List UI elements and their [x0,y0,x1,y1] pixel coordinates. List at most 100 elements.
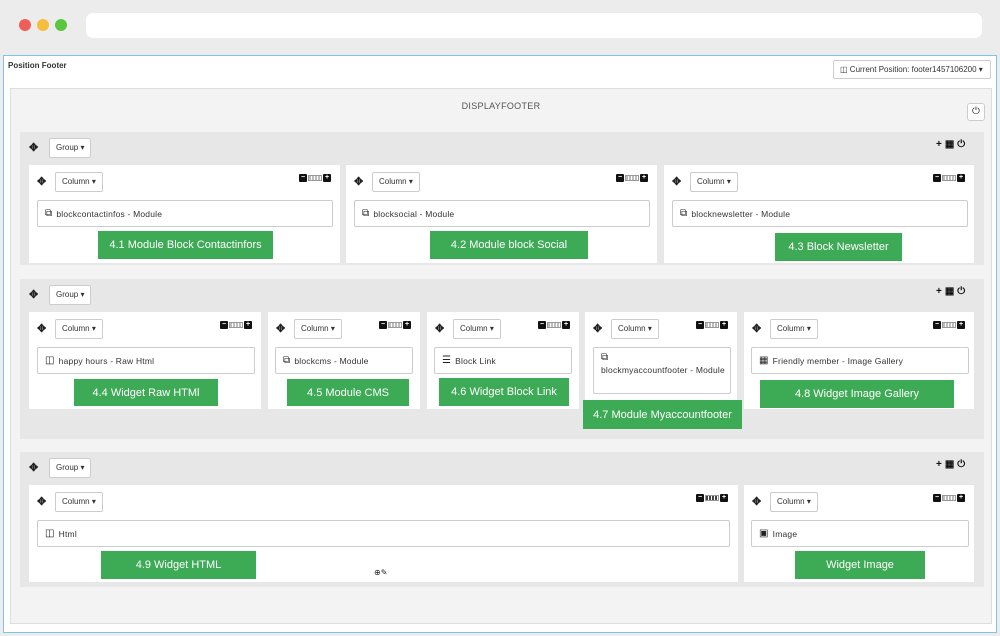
group-dropdown-label: Group [56,290,79,299]
plus-icon[interactable]: + [957,493,965,502]
move-icon[interactable]: ✥ [29,463,38,474]
column-dropdown[interactable]: Column ▾ [55,319,103,339]
width-bars-icon [942,494,956,501]
grid-icon[interactable]: ▦ [945,139,957,150]
move-icon[interactable]: ✥ [29,143,38,154]
group-dropdown[interactable]: Group ▾ [49,138,92,158]
maximize-window-dot[interactable] [55,19,67,31]
power-icon[interactable]: ⏻ [957,139,968,150]
group-dropdown-label: Group [56,143,79,152]
module-text: happy hours - Raw Html [58,355,155,366]
copy-icon: ⧉ [362,208,370,219]
move-icon[interactable]: ✥ [37,324,46,335]
minus-icon[interactable]: − [220,320,228,329]
column-dropdown[interactable]: Column ▾ [55,172,103,192]
module-item[interactable]: ◫ Html [37,520,730,547]
add-icon[interactable]: + [936,459,945,470]
power-icon[interactable]: ⏻ [957,459,968,470]
group-dropdown[interactable]: Group ▾ [49,458,92,478]
move-icon[interactable]: ✥ [29,290,38,301]
minus-icon[interactable]: − [933,173,941,182]
plus-icon[interactable]: + [562,320,570,329]
close-window-dot[interactable] [19,19,31,31]
plus-icon[interactable]: + [957,320,965,329]
group-dropdown-label: Group [56,463,79,472]
annotation-label: 4.3 Block Newsletter [775,233,902,261]
move-icon[interactable]: ✥ [752,324,761,335]
column-width-tools: − + [616,173,648,182]
copy-icon: ⧉ [680,208,688,219]
plus-icon[interactable]: + [323,173,331,182]
minus-icon[interactable]: − [616,173,624,182]
module-item[interactable]: ⧉ blocksocial - Module [354,200,650,227]
column-dropdown[interactable]: Column ▾ [453,319,501,339]
grid-icon[interactable]: ▦ [945,286,957,297]
minus-icon[interactable]: − [696,493,704,502]
module-text: blockcms - Module [294,355,369,366]
module-item[interactable]: ☰ Block Link [434,347,572,374]
hook-toggle-button[interactable]: ⏻ [967,103,985,121]
width-bars-icon [308,174,322,181]
move-icon[interactable]: ✥ [37,497,46,508]
module-item[interactable]: ◫ happy hours - Raw Html [37,347,255,374]
move-icon[interactable]: ✥ [276,324,285,335]
column-4-8: ✥ Column ▾ − + ▦ Friendly member - Image G… [744,312,974,409]
minus-icon[interactable]: − [933,320,941,329]
module-item[interactable]: ▦ Friendly member - Image Gallery [751,347,969,374]
address-bar[interactable] [86,13,982,38]
column-dropdown[interactable]: Column ▾ [770,319,818,339]
minimize-window-dot[interactable] [37,19,49,31]
column-width-tools: − + [933,493,965,502]
minus-icon[interactable]: − [538,320,546,329]
module-text: blockmyaccountfooter - Module [601,365,725,375]
minus-icon[interactable]: − [696,320,704,329]
minus-icon[interactable]: − [933,493,941,502]
module-text: Image [772,528,798,539]
plus-icon[interactable]: + [957,173,965,182]
add-icon[interactable]: + [936,286,945,297]
add-edit-icon[interactable]: ⊕✎ [374,568,387,577]
group-tools: +▦⏻ [936,139,968,150]
move-icon[interactable]: ✥ [672,177,681,188]
minus-icon[interactable]: − [299,173,307,182]
add-icon[interactable]: + [936,139,945,150]
caret-down-icon: ▾ [647,324,652,333]
move-icon[interactable]: ✥ [435,324,444,335]
column-4-7: ✥ Column ▾ − + ⧉ blockmyaccountfooter - Mo… [583,312,742,429]
module-item[interactable]: ⧉ blockcms - Module [275,347,413,374]
current-position-dropdown[interactable]: ◫ Current Position: footer1457106200 ▾ [833,60,991,79]
column-dropdown[interactable]: Column ▾ [611,319,659,339]
minus-icon[interactable]: − [379,320,387,329]
column-dropdown[interactable]: Column ▾ [372,172,420,192]
html5-icon: ◫ [45,528,55,539]
module-item[interactable]: ⧉ blockcontactinfos - Module [37,200,333,227]
column-dropdown[interactable]: Column ▾ [55,492,103,512]
column-dropdown[interactable]: Column ▾ [690,172,738,192]
move-icon[interactable]: ✥ [593,324,602,335]
column-4-3: ✥ Column ▾ − + ⧉ blocknewsletter - Module … [664,165,974,263]
column-width-tools: − + [696,493,728,502]
group-dropdown[interactable]: Group ▾ [49,285,92,305]
width-bars-icon [705,494,719,501]
plus-icon[interactable]: + [720,320,728,329]
module-item[interactable]: ▣ Image [751,520,969,547]
module-item[interactable]: ⧉ blockmyaccountfooter - Module [593,347,731,394]
plus-icon[interactable]: + [640,173,648,182]
caret-down-icon: ▾ [806,497,811,506]
plus-icon[interactable]: + [720,493,728,502]
module-item[interactable]: ⧉ blocknewsletter - Module [672,200,968,227]
grid-icon[interactable]: ▦ [945,459,957,470]
power-icon[interactable]: ⏻ [957,286,968,297]
move-icon[interactable]: ✥ [752,497,761,508]
plus-icon[interactable]: + [244,320,252,329]
move-icon[interactable]: ✥ [354,177,363,188]
group-tools: +▦⏻ [936,286,968,297]
plus-icon[interactable]: + [403,320,411,329]
width-bars-icon [942,321,956,328]
width-bars-icon [705,321,719,328]
column-dropdown[interactable]: Column ▾ [294,319,342,339]
column-dropdown[interactable]: Column ▾ [770,492,818,512]
move-icon[interactable]: ✥ [37,177,46,188]
annotation-label: 4.4 Widget Raw HTMl [74,379,218,406]
current-position-label: Current Position: footer1457106200 [849,65,977,74]
